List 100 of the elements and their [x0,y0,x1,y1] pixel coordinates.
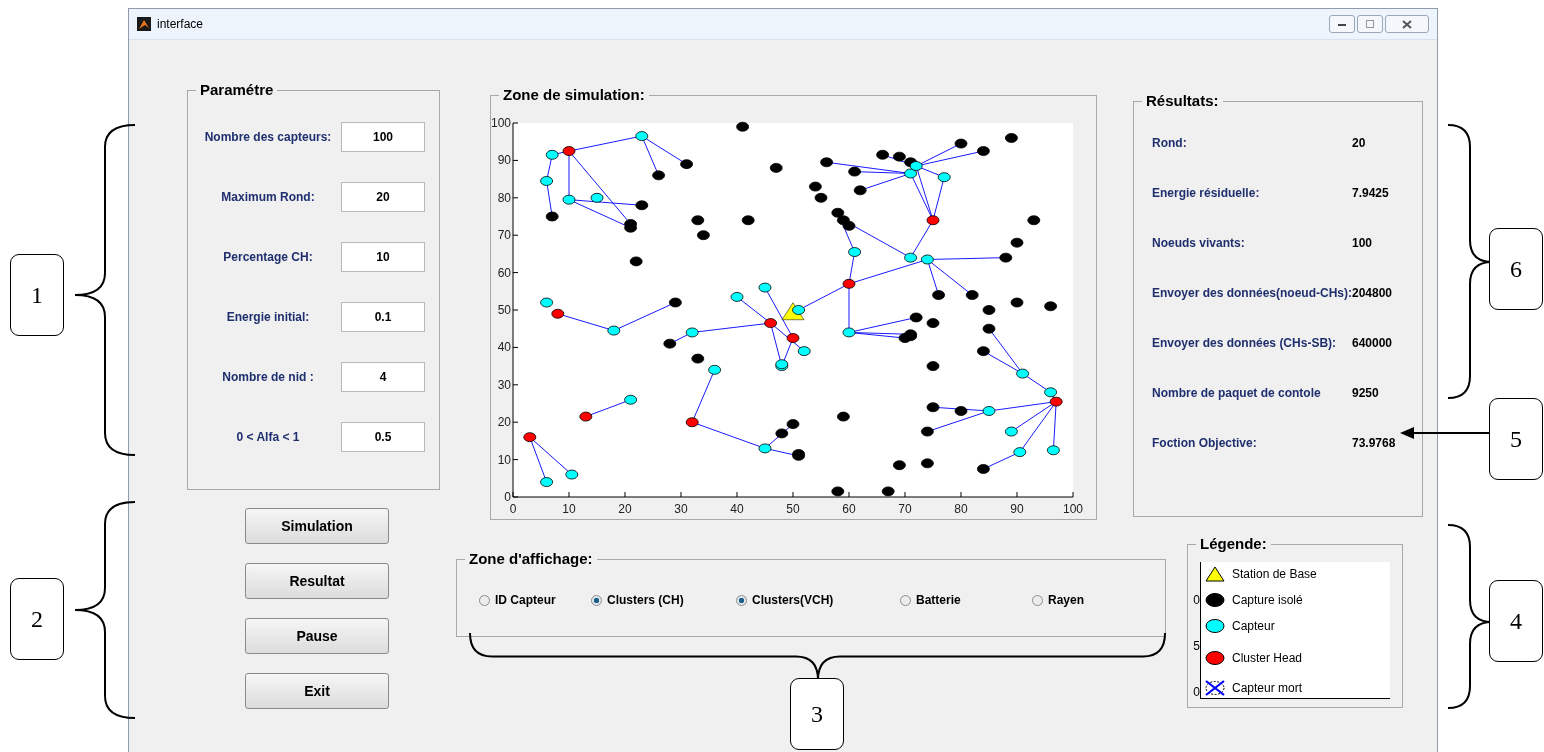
sensor-marker [831,207,845,218]
x-tick-label: 20 [618,502,632,516]
y-tick-label: 40 [497,340,511,355]
sensor-marker [954,138,968,149]
radio-option[interactable]: Rayen [1032,593,1165,607]
panel-title: Zone d'affichage: [465,550,597,568]
sensor-marker [652,170,665,181]
sensor-marker [540,297,553,308]
sensor-marker [769,163,783,173]
callout-number: 5 [1489,398,1543,480]
legend-label: Capture isolé [1232,593,1303,607]
result-label: Energie résiduelle: [1152,186,1261,200]
sensor-marker [837,215,850,226]
sensor-marker [1016,368,1029,379]
minimize-button[interactable] [1329,15,1355,33]
sensor-marker [909,312,923,323]
close-button[interactable] [1385,15,1429,33]
radio-option[interactable]: ID Capteur [479,593,591,607]
callout-number: 6 [1489,228,1543,310]
field-label: 0 < Alfa < 1 [235,430,301,444]
sensor-marker [809,181,822,192]
sensor-marker [1044,301,1057,312]
window-title: interface [157,17,204,31]
sensor-marker [999,252,1013,263]
x-tick-label: 0 [509,502,517,516]
sensor-marker [898,333,912,343]
axis-tick-label: 5 [1193,639,1200,653]
x-tick-label: 40 [730,502,744,516]
sensor-marker [831,486,845,497]
axis-tick-label: 0 [1193,685,1200,699]
input-field[interactable]: 4 [341,362,425,392]
sensor-marker [1027,215,1041,226]
legend-label: Capteur mort [1232,681,1303,695]
sensor-marker [691,215,705,226]
sensor-marker [590,192,604,203]
sensor-marker [926,402,940,413]
x-tick-label: 100 [1063,502,1083,516]
y-tick-label: 100 [491,116,511,130]
action-button[interactable]: Resultat [245,563,389,599]
sensor-marker [842,220,856,231]
result-label: Noeuds vivants: [1152,236,1246,250]
legend-label: Cluster Head [1232,651,1303,665]
radio-option[interactable]: Clusters(VCH) [736,593,900,607]
sensor-marker [1010,237,1024,248]
y-tick-label: 10 [497,452,511,467]
x-tick-label: 10 [562,502,576,516]
y-tick-label: 20 [497,415,511,430]
sensor-marker [540,477,553,487]
field-label: Nombre des capteurs: [203,130,333,144]
sensor-marker [680,159,693,170]
input-field[interactable]: 100 [341,122,425,152]
result-label: Foction Objective: [1152,436,1258,450]
result-value: 7.9425 [1352,186,1389,200]
sensor-marker [562,146,576,156]
sensor-marker [932,290,945,300]
action-button[interactable]: Pause [245,618,389,654]
sensor-marker [909,161,923,171]
input-field[interactable]: 0.5 [341,422,425,452]
sensor-marker [814,192,828,203]
sensor-marker [1005,133,1018,143]
sensor-marker [921,458,934,469]
sensor-marker [977,464,990,474]
result-label: Envoyer des données(noeud-CHs): [1152,286,1352,300]
sensor-marker [624,222,637,233]
sensor-marker [982,323,996,334]
y-tick-label: 50 [497,303,511,317]
sensor-marker [965,290,979,300]
input-field[interactable]: 20 [341,182,425,212]
action-button[interactable]: Exit [245,673,389,709]
result-value: 9250 [1352,386,1379,400]
x-tick-label: 70 [898,502,912,516]
result-value: 640000 [1352,336,1393,350]
field-label: Energie initial: [225,310,311,324]
radio-option[interactable]: Batterie [900,593,1032,607]
sensor-marker [982,305,996,315]
y-tick-label: 60 [497,265,511,280]
result-value: 100 [1352,236,1373,250]
sensor-marker [820,157,833,168]
x-tick-label: 80 [954,502,968,516]
input-field[interactable]: 0.1 [341,302,425,332]
sensor-marker [977,346,990,357]
callout-number: 1 [10,254,64,336]
radio-option[interactable]: Clusters (CH) [591,593,736,607]
sensor-marker [848,247,861,257]
sensor-marker [565,469,579,480]
input-field[interactable]: 10 [341,242,425,272]
sensor-marker [893,460,906,471]
sensor-marker [792,305,805,315]
sensor-marker [842,327,856,338]
x-tick-label: 60 [842,502,856,516]
result-value: 20 [1352,136,1366,150]
sensor-marker [1047,445,1060,456]
sensor-marker [921,254,934,265]
sensor-marker [758,282,772,293]
sensor-marker [635,131,649,141]
result-label: Nombre de paquet de contole [1152,386,1322,400]
sensor-marker [921,426,934,437]
sensor-marker [685,417,699,428]
sensor-marker [1005,426,1018,437]
action-button[interactable]: Simulation [245,508,389,544]
